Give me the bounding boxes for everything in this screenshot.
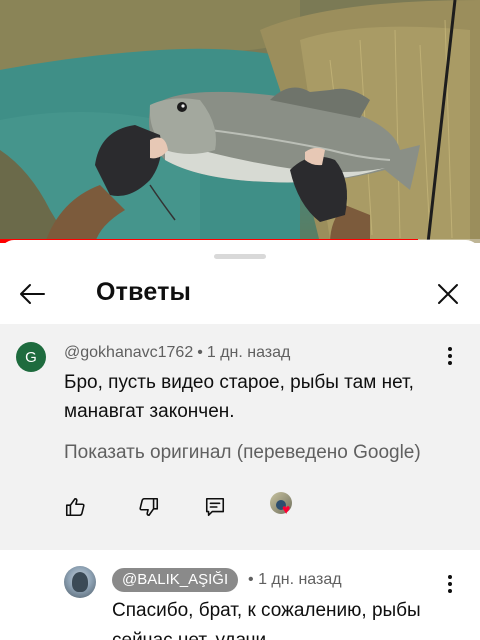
comment-text: Бро, пусть видео старое, рыбы там нет, м… <box>64 372 414 422</box>
channel-owner-badge[interactable]: @BALIK_AŞIĞI <box>112 568 239 592</box>
reply-meta: • 1 дн. назад <box>248 571 342 589</box>
creator-heart: ♥ <box>268 490 302 522</box>
more-vert-icon <box>448 347 452 351</box>
reply-comment: @BALIK_AŞIĞI • 1 дн. назад Спасибо, брат… <box>0 550 480 640</box>
avatar[interactable] <box>64 566 96 598</box>
video-frame <box>0 0 480 243</box>
comment-time: 1 дн. назад <box>206 344 291 361</box>
reply-icon <box>205 497 225 517</box>
comment-menu-button[interactable] <box>438 342 462 370</box>
reply-time: 1 дн. назад <box>258 571 342 588</box>
close-icon <box>438 284 458 304</box>
close-button[interactable] <box>430 276 466 312</box>
meta-separator: • <box>248 571 254 588</box>
video-player[interactable] <box>0 0 480 243</box>
drag-handle[interactable] <box>214 254 266 259</box>
avatar-letter: G <box>25 348 37 366</box>
reply-button[interactable] <box>200 492 230 522</box>
meta-separator: • <box>197 344 203 361</box>
dislike-icon <box>139 497 159 517</box>
show-original-link[interactable]: Показать оригинал (переведено Google) <box>64 442 421 464</box>
avatar[interactable]: G <box>16 342 46 372</box>
replies-panel: Ответы G @gokhanavc1762 • 1 дн. назад Бро,… <box>0 240 480 640</box>
comment-author[interactable]: @gokhanavc1762 <box>64 344 193 361</box>
back-button[interactable] <box>14 276 50 312</box>
more-vert-icon <box>448 575 452 579</box>
comment-meta: @gokhanavc1762 • 1 дн. назад <box>64 344 290 362</box>
reply-text: Спасибо, брат, к сожалению, рыбы сейчас … <box>112 600 421 640</box>
parent-comment: G @gokhanavc1762 • 1 дн. назад Бро, пусть … <box>0 324 480 550</box>
page-title: Ответы <box>96 278 192 306</box>
heart-icon: ♥ <box>282 501 291 517</box>
replies-header: Ответы <box>0 266 480 322</box>
like-icon <box>65 497 85 517</box>
dislike-button[interactable] <box>134 492 164 522</box>
like-button[interactable] <box>60 492 90 522</box>
reply-menu-button[interactable] <box>438 570 462 598</box>
comment-actions: ♥ <box>0 488 480 528</box>
arrow-left-icon <box>20 284 45 304</box>
